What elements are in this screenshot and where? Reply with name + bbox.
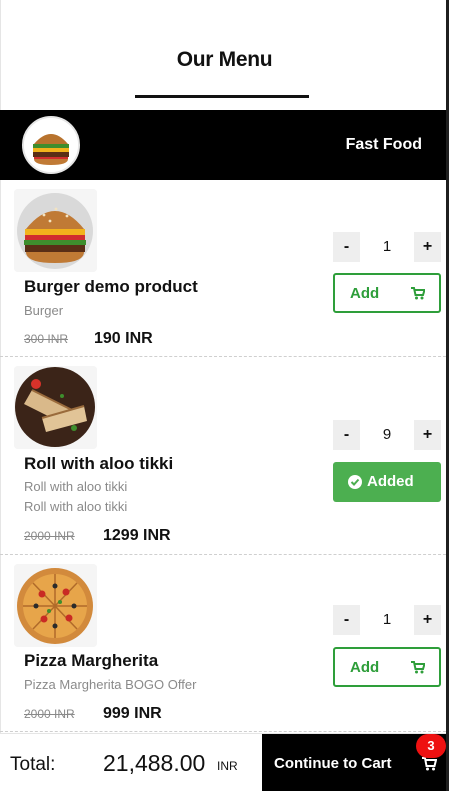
added-button-label: Added [367, 473, 414, 490]
page-title: Our Menu [176, 48, 273, 71]
roll-image [14, 366, 97, 449]
sale-price: 1299 INR [103, 527, 171, 544]
decrement-button[interactable]: - [333, 605, 360, 635]
add-to-cart-button[interactable]: Add [333, 647, 441, 687]
add-button-label: Add [350, 659, 380, 676]
original-price: 2000 INR [24, 529, 75, 543]
sale-price: 999 INR [103, 705, 162, 722]
product-card-burger: - 1 + Add Burger demo product Burger 300… [0, 181, 446, 357]
sale-price: 190 INR [94, 330, 153, 347]
page-header: Our Menu [0, 0, 449, 110]
cart-count-badge: 3 [416, 734, 446, 758]
product-description: Roll with aloo tikki [24, 479, 128, 494]
burger-image [14, 189, 97, 272]
added-to-cart-button[interactable]: Added [333, 462, 441, 502]
original-price: 2000 INR [24, 707, 75, 721]
product-card-pizza: - 1 + Add Pizza Margherita Pizza Margher… [0, 556, 446, 732]
quantity-value: 9 [382, 426, 392, 443]
category-bar[interactable]: Fast Food [0, 110, 446, 180]
quantity-stepper[interactable]: - 9 + [333, 420, 441, 450]
decrement-button[interactable]: - [333, 232, 360, 262]
category-burger-icon [22, 116, 80, 174]
product-card-roll: - 9 + Added Roll with aloo tikki Roll wi… [0, 358, 446, 555]
quantity-stepper[interactable]: - 1 + [333, 232, 441, 262]
total-amount: 21,488.00 [103, 750, 206, 776]
continue-to-cart-label: Continue to Cart [274, 755, 392, 772]
increment-button[interactable]: + [414, 420, 441, 450]
pizza-image [14, 564, 97, 647]
original-price: 300 INR [24, 332, 69, 346]
decrement-button[interactable]: - [333, 420, 360, 450]
cart-icon [411, 661, 426, 678]
cart-footer: Total: 21,488.00 INR Continue to Cart [0, 733, 446, 791]
product-name: Burger demo product [24, 277, 198, 296]
add-button-label: Add [350, 285, 380, 302]
total-label: Total: [10, 754, 56, 775]
quantity-value: 1 [382, 611, 392, 628]
product-name: Roll with aloo tikki [24, 454, 174, 473]
product-description: Burger [24, 303, 64, 318]
category-name: Fast Food [345, 136, 422, 153]
quantity-stepper[interactable]: - 1 + [333, 605, 441, 635]
quantity-value: 1 [382, 238, 392, 255]
increment-button[interactable]: + [414, 232, 441, 262]
check-circle-icon [348, 475, 362, 489]
cart-icon [411, 287, 426, 304]
title-underline [135, 95, 309, 98]
product-name: Pizza Margherita [24, 651, 159, 670]
cart-icon [422, 757, 438, 776]
product-description: Pizza Margherita BOGO Offer [24, 677, 197, 692]
increment-button[interactable]: + [414, 605, 441, 635]
add-to-cart-button[interactable]: Add [333, 273, 441, 313]
total-currency: INR [217, 759, 238, 773]
product-description-line-2: Roll with aloo tikki [24, 499, 128, 514]
